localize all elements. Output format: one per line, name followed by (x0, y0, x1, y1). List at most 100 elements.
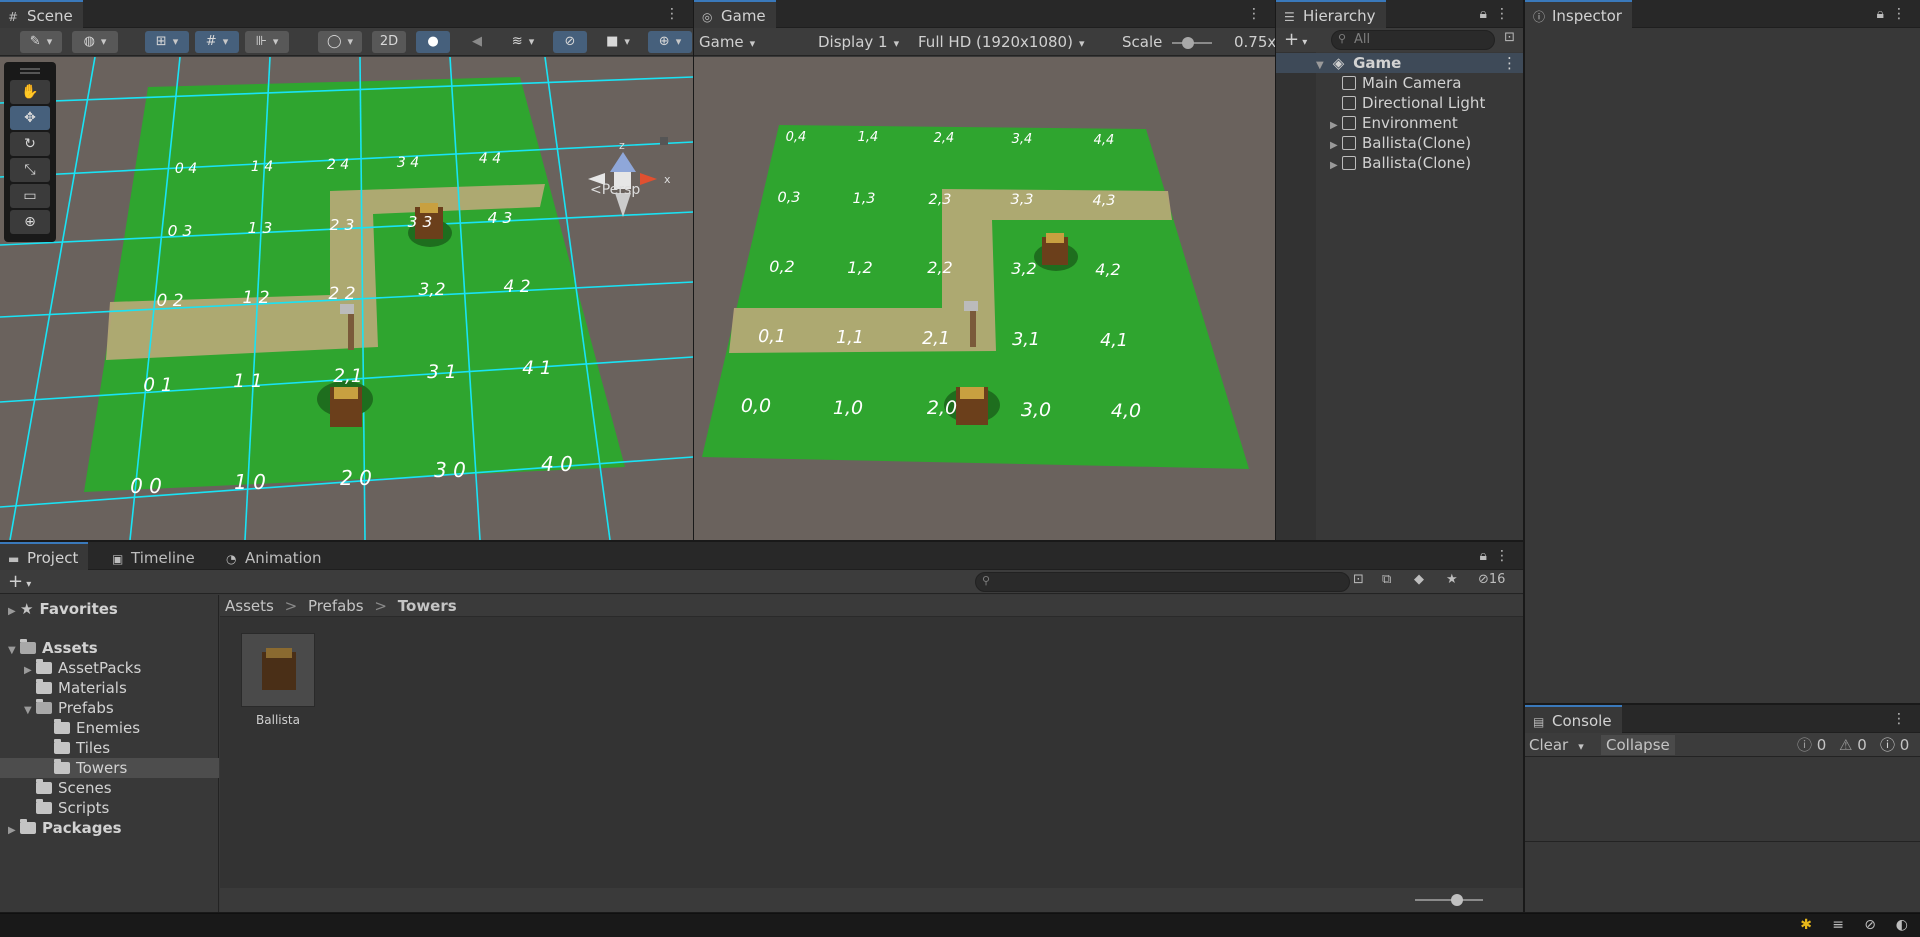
game-mode-dropdown[interactable]: Game (699, 31, 804, 53)
scene-tab-menu-icon[interactable]: ⋮ (665, 0, 687, 28)
gizmos-button[interactable]: ⊕ (648, 31, 692, 53)
hidden-objects-button[interactable]: ⊘ (553, 31, 587, 53)
warning-count-toggle[interactable]: ⚠ 0 (1839, 733, 1867, 757)
tab-scene[interactable]: # Scene (0, 0, 83, 28)
scale-tool-icon[interactable]: ⤡ (10, 158, 50, 182)
rotate-tool-icon[interactable]: ↻ (10, 132, 50, 156)
status-bar: ✱ ≡ ⊘ ◐ (0, 913, 1920, 937)
grid-cell-label: 2 0 (340, 466, 372, 490)
scene-toolbar: ✎ ◍ ⊞ # ⊪ ◯ 2D ● ◀ ≋ ⊘ ■ ⊕ (0, 28, 693, 56)
auto-refresh-icon[interactable]: ◐ (1896, 917, 1908, 933)
error-count-toggle[interactable]: ⓘ 0 (1880, 733, 1909, 757)
hidden-packages-button[interactable]: ⊘16 (1478, 572, 1505, 587)
scale-slider-thumb[interactable] (1182, 37, 1194, 49)
hierarchy-tab-actions[interactable]: 🔒︎⋮ (1480, 0, 1517, 28)
project-tab-actions[interactable]: 🔒︎⋮ (1480, 542, 1517, 570)
grid-cell-label: 4 2 (503, 277, 530, 297)
console-tab-menu-icon[interactable]: ⋮ (1892, 705, 1914, 733)
add-asset-button[interactable]: + ▾ (8, 570, 31, 597)
unity-scene-icon: ◈ (1332, 54, 1345, 72)
increment-snap-button[interactable]: ⊪ (245, 31, 289, 53)
hierarchy-item[interactable]: Directional Light (1276, 93, 1523, 113)
tab-inspector[interactable]: ⓘ Inspector (1525, 0, 1632, 28)
tab-animation[interactable]: ◔ Animation (218, 542, 331, 570)
asset-item-ballista[interactable]: Ballista (238, 633, 318, 727)
tree-item[interactable]: ▼ Assets (0, 638, 219, 658)
tab-game[interactable]: ◎ Game (694, 0, 776, 28)
favorite-icon[interactable]: ★ (1446, 572, 1458, 587)
lock-icon[interactable]: 🔒︎ (1480, 6, 1495, 22)
icon-size-slider[interactable] (1415, 894, 1483, 906)
tab-project[interactable]: ▬ Project (0, 542, 89, 570)
tree-expand-icon[interactable]: ▶ (8, 602, 20, 622)
create-button[interactable]: + ▾ (1284, 28, 1307, 55)
shading-mode-button[interactable]: ◯ (318, 31, 362, 53)
game-tab-menu-icon[interactable]: ⋮ (1247, 0, 1269, 28)
resolution-dropdown[interactable]: Full HD (1920x1080) (918, 31, 1106, 53)
tree-item[interactable]: ▶ ★ Favorites (0, 599, 219, 619)
hand-tool-icon[interactable]: ✋ (10, 80, 50, 104)
lock-icon[interactable]: 🔒︎ (1877, 6, 1892, 22)
tree-expand-icon[interactable]: ▶ (8, 821, 20, 841)
scale-slider[interactable] (1172, 37, 1212, 49)
info-count-toggle[interactable]: ⓘ 0 (1797, 733, 1826, 757)
audio-toggle-button[interactable]: ◀ (460, 31, 494, 53)
hierarchy-scene-row[interactable]: ▼ ◈ Game ⋮ (1276, 53, 1523, 73)
tree-item[interactable]: Scenes (0, 778, 219, 798)
tree-item[interactable]: Materials (0, 678, 219, 698)
tree-item[interactable]: Towers (0, 758, 219, 778)
rect-tool-icon[interactable]: ▭ (10, 184, 50, 208)
lock-icon[interactable] (660, 137, 668, 145)
tree-item[interactable]: ▶ AssetPacks (0, 658, 219, 678)
effects-icon: ≋ (511, 34, 523, 49)
game-viewport[interactable]: 0,4 1,4 2,4 3,4 4,4 0,3 1,3 2,3 3,3 4,3 0,2 1,2 2,2 3… (694, 57, 1275, 540)
collapse-button[interactable]: Collapse (1601, 735, 1675, 755)
breadcrumb-towers[interactable]: Towers (398, 597, 457, 615)
hierarchy-item[interactable]: ▶ Environment (1276, 113, 1523, 133)
clear-button[interactable]: Clear ▾ (1529, 733, 1584, 759)
breadcrumb-prefabs[interactable]: Prefabs (308, 597, 364, 615)
breadcrumb-assets[interactable]: Assets (225, 597, 274, 615)
filter-type-icon[interactable]: ⧉ (1382, 572, 1391, 587)
effects-button[interactable]: ≋ (500, 31, 546, 53)
network-icon[interactable]: ⊘ (1864, 917, 1876, 933)
transform-tool-icon[interactable]: ⊕ (10, 210, 50, 234)
scene-menu-icon[interactable]: ⋮ (1502, 53, 1517, 73)
icon-size-slider-thumb[interactable] (1451, 894, 1463, 906)
lighting-toggle-button[interactable]: ● (416, 31, 450, 53)
display-dropdown[interactable]: Display 1 (818, 31, 918, 53)
tab-timeline[interactable]: ▣ Timeline (104, 542, 205, 570)
bug-icon[interactable]: ✱ (1800, 917, 1812, 933)
tree-item[interactable]: ▼ Prefabs (0, 698, 219, 718)
camera-settings-button[interactable]: ■ (595, 31, 641, 53)
clear-dropdown-icon[interactable]: ▾ (1578, 740, 1584, 753)
move-tool-icon[interactable]: ✥ (10, 106, 50, 130)
tree-item[interactable]: Tiles (0, 738, 219, 758)
hierarchy-item[interactable]: ▶ Ballista(Clone) (1276, 153, 1523, 173)
grid-visible-button[interactable]: # (195, 31, 239, 53)
grid-snap-button[interactable]: ⊞ (145, 31, 189, 53)
filter-label-icon[interactable]: ◆ (1414, 572, 1424, 587)
draw-mode-button[interactable]: ✎ (20, 31, 62, 53)
persp-label[interactable]: <Persp (590, 182, 640, 198)
hierarchy-item[interactable]: Main Camera (1276, 73, 1523, 93)
hierarchy-search-input[interactable]: All (1331, 30, 1495, 50)
tree-item[interactable]: ▶ Packages (0, 818, 219, 838)
cache-server-icon[interactable]: ≡ (1832, 917, 1844, 933)
scene-viewport[interactable]: 0 4 1 4 2 4 3 4 4 4 0 3 1 3 2 3 3 3 4 3 0 2 1 2 2 2 3… (0, 57, 693, 540)
tab-console[interactable]: ▤ Console (1525, 705, 1622, 733)
search-window-icon[interactable]: ⊡ (1353, 572, 1364, 587)
search-options-icon[interactable]: ⊡ (1504, 30, 1515, 45)
tree-item[interactable]: Scripts (0, 798, 219, 818)
project-search-input[interactable] (975, 572, 1350, 592)
hierarchy-item[interactable]: ▶ Ballista(Clone) (1276, 133, 1523, 153)
2d-toggle-button[interactable]: 2D (372, 31, 406, 53)
expand-arrow-icon[interactable]: ▶ (1330, 156, 1342, 176)
tab-scene-label: Scene (27, 7, 73, 25)
lock-icon[interactable]: 🔒︎ (1480, 548, 1495, 564)
tree-item[interactable]: Enemies (0, 718, 219, 738)
palette-grip[interactable] (20, 68, 40, 74)
global-button[interactable]: ◍ (72, 31, 118, 53)
inspector-tab-actions[interactable]: 🔒︎⋮ (1877, 0, 1914, 28)
tab-hierarchy[interactable]: ☰ Hierarchy (1276, 0, 1386, 28)
